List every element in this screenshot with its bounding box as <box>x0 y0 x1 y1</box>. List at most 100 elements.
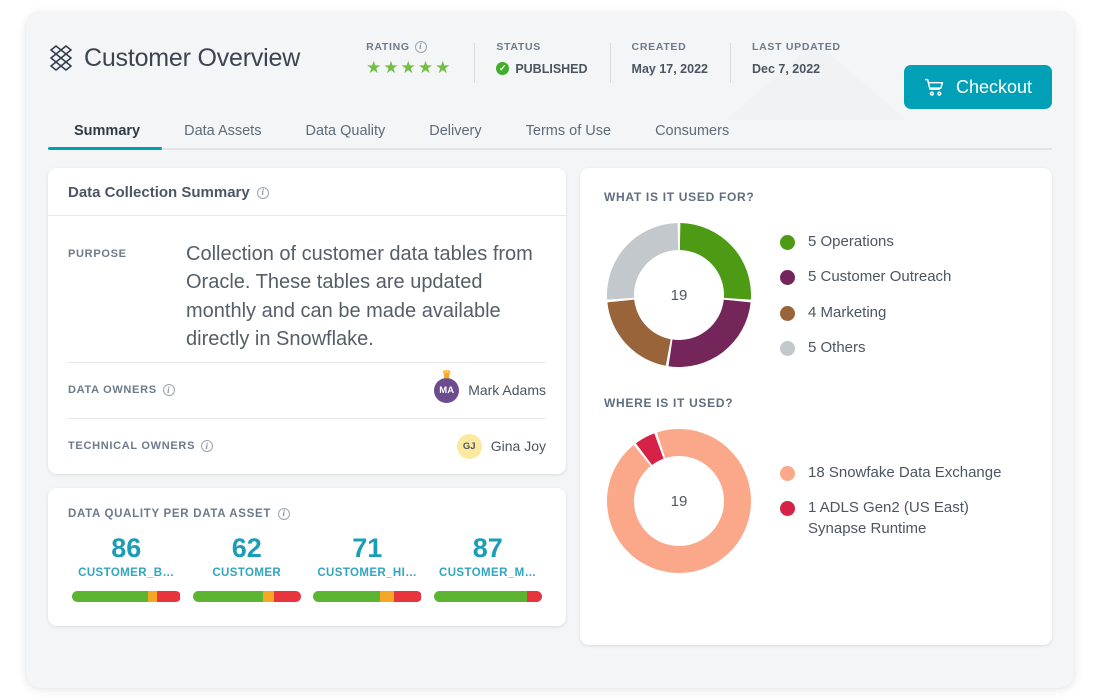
where-is-it-used-chart: 19 18 Snowfake Data Exchange 1 ADLS Gen2 … <box>604 426 1028 576</box>
legend-color-dot <box>780 501 795 517</box>
donut-center-label: 19 <box>670 286 688 304</box>
data-owners-label-text: DATA OWNERS <box>68 384 157 397</box>
meta-last-updated: LAST UPDATED Dec 7, 2022 <box>730 40 863 83</box>
what-is-it-used-for-title: WHAT IS IT USED FOR? <box>604 190 755 204</box>
data-quality-grid: 86 CUSTOMER_B… 62 CUSTOMER 71 CUSTOMER_HI… 87 C… <box>48 520 566 627</box>
data-quality-item[interactable]: 71 CUSTOMER_HI… <box>307 533 428 603</box>
data-quality-bar <box>433 591 542 603</box>
panel-spacer <box>604 370 1028 396</box>
summary-card-header: Data Collection Summary i <box>48 168 566 216</box>
data-owner-name: Mark Adams <box>468 382 546 399</box>
data-quality-card-title: DATA QUALITY PER DATA ASSET <box>68 507 272 520</box>
legend-item[interactable]: 5 Others <box>780 338 951 358</box>
purpose-label: PURPOSE <box>68 248 127 260</box>
quality-bar-segment <box>433 591 527 603</box>
meta-rating-label: RATING i <box>366 40 452 53</box>
lattice-diamond-logo-icon <box>49 45 73 71</box>
data-quality-score: 86 <box>111 532 142 563</box>
tab-data-quality[interactable]: Data Quality <box>283 123 407 148</box>
legend-item[interactable]: 5 Operations <box>780 232 951 252</box>
meta-status: STATUS ✓ PUBLISHED <box>474 41 609 83</box>
legend-item[interactable]: 1 ADLS Gen2 (US East) Synapse Runtime <box>780 498 1001 539</box>
summary-card-title: Data Collection Summary <box>68 184 250 201</box>
app-panel: Customer Overview RATING i ★★★★★ STATUS … <box>26 12 1074 688</box>
tab-delivery[interactable]: Delivery <box>407 123 503 148</box>
data-quality-asset-name: CUSTOMER <box>212 567 282 580</box>
legend-item[interactable]: 4 Marketing <box>780 303 951 323</box>
page-header: Customer Overview RATING i ★★★★★ STATUS … <box>26 12 1074 120</box>
location-legend: 18 Snowfake Data Exchange 1 ADLS Gen2 (US… <box>780 463 1001 539</box>
check-circle-icon: ✓ <box>496 62 510 75</box>
right-column: WHAT IS IT USED FOR? 19 5 Operations 5 Cu… <box>580 168 1052 645</box>
legend-label: 5 Operations <box>808 233 894 250</box>
tab-data-assets[interactable]: Data Assets <box>162 123 283 148</box>
quality-bar-segment <box>380 591 395 603</box>
meta-created-label: CREATED <box>631 40 687 53</box>
legend-item[interactable]: 18 Snowfake Data Exchange <box>780 463 1001 483</box>
technical-owner-person[interactable]: GJ Gina Joy <box>456 433 546 459</box>
data-owners-label: DATA OWNERS i <box>68 384 175 397</box>
technical-owners-row: TECHNICAL OWNERS i GJ Gina Joy <box>68 417 546 474</box>
data-quality-item[interactable]: 86 CUSTOMER_B… <box>66 532 187 603</box>
legend-label: 5 Others <box>808 338 866 356</box>
quality-bar-segment <box>526 591 542 603</box>
checkout-button[interactable]: Checkout <box>903 65 1052 109</box>
info-icon[interactable]: i <box>414 40 427 53</box>
content-area: Data Collection Summary i PURPOSE Collec… <box>26 150 1074 645</box>
data-owner-person[interactable]: ♛ MA Mark Adams <box>434 369 546 403</box>
info-icon[interactable]: i <box>278 507 291 520</box>
tab-summary[interactable]: Summary <box>48 123 163 150</box>
data-quality-bar <box>72 591 181 603</box>
avatar: ♛ MA <box>434 369 460 403</box>
shopping-cart-icon <box>924 78 944 96</box>
donut-center-label: 19 <box>670 492 688 510</box>
legend-color-dot <box>780 270 795 286</box>
legend-item[interactable]: 5 Customer Outreach <box>780 267 951 287</box>
quality-bar-segment <box>273 591 301 603</box>
quality-bar-segment <box>192 591 264 603</box>
data-quality-asset-name: CUSTOMER_M… <box>439 567 537 580</box>
legend-label: 18 Snowfake Data Exchange <box>808 464 1002 482</box>
avatar: GJ <box>456 433 482 459</box>
donut-chart-location: 19 <box>604 426 754 576</box>
purpose-row: PURPOSE Collection of customer data tabl… <box>48 216 566 362</box>
data-quality-asset-name: CUSTOMER_HI… <box>317 567 418 580</box>
legend-color-dot <box>780 305 795 321</box>
info-icon[interactable]: i <box>256 186 269 199</box>
left-column: Data Collection Summary i PURPOSE Collec… <box>48 168 566 645</box>
data-quality-item[interactable]: 87 CUSTOMER_M… <box>428 533 549 603</box>
purpose-text: Collection of customer data tables from … <box>186 243 533 351</box>
meta-rating-label-text: RATING <box>366 40 410 53</box>
crown-icon: ♛ <box>441 368 452 381</box>
legend-color-dot <box>780 235 795 250</box>
usage-legend: 5 Operations 5 Customer Outreach 4 Marketi… <box>780 232 951 358</box>
status-badge: ✓ PUBLISHED <box>496 61 588 76</box>
checkout-button-label: Checkout <box>955 76 1032 97</box>
info-icon[interactable]: i <box>162 384 175 397</box>
quality-bar-segment <box>147 591 157 603</box>
data-quality-asset-name: CUSTOMER_B… <box>78 567 175 580</box>
meta-last-updated-value: Dec 7, 2022 <box>752 61 821 76</box>
legend-label: 4 Marketing <box>808 303 887 321</box>
avatar-initials: MA <box>439 384 455 396</box>
legend-label: 1 ADLS Gen2 (US East) Synapse Runtime <box>808 499 969 537</box>
meta-last-updated-label: LAST UPDATED <box>752 40 841 53</box>
tab-terms-of-use[interactable]: Terms of Use <box>504 123 633 148</box>
meta-rating: RATING i ★★★★★ <box>344 40 474 77</box>
quality-bar-segment <box>394 591 422 603</box>
technical-owners-label: TECHNICAL OWNERS i <box>68 440 214 453</box>
meta-created: CREATED May 17, 2022 <box>609 40 730 83</box>
tab-consumers[interactable]: Consumers <box>633 123 751 148</box>
data-quality-card: DATA QUALITY PER DATA ASSET i 86 CUSTOMER… <box>48 487 566 627</box>
info-icon[interactable]: i <box>201 440 214 453</box>
tab-bar: Summary Data Assets Data Quality Deliver… <box>48 112 1052 150</box>
technical-owner-name: Gina Joy <box>490 438 546 455</box>
data-quality-item[interactable]: 62 CUSTOMER <box>187 532 308 603</box>
title-row: Customer Overview RATING i ★★★★★ STATUS … <box>48 12 1052 90</box>
quality-bar-segment <box>263 591 274 603</box>
data-quality-score: 62 <box>231 532 262 563</box>
technical-owners-label-text: TECHNICAL OWNERS <box>68 440 196 453</box>
status-badge-text: PUBLISHED <box>515 61 588 76</box>
data-quality-bar <box>192 591 301 603</box>
rating-stars: ★★★★★ <box>366 57 453 77</box>
